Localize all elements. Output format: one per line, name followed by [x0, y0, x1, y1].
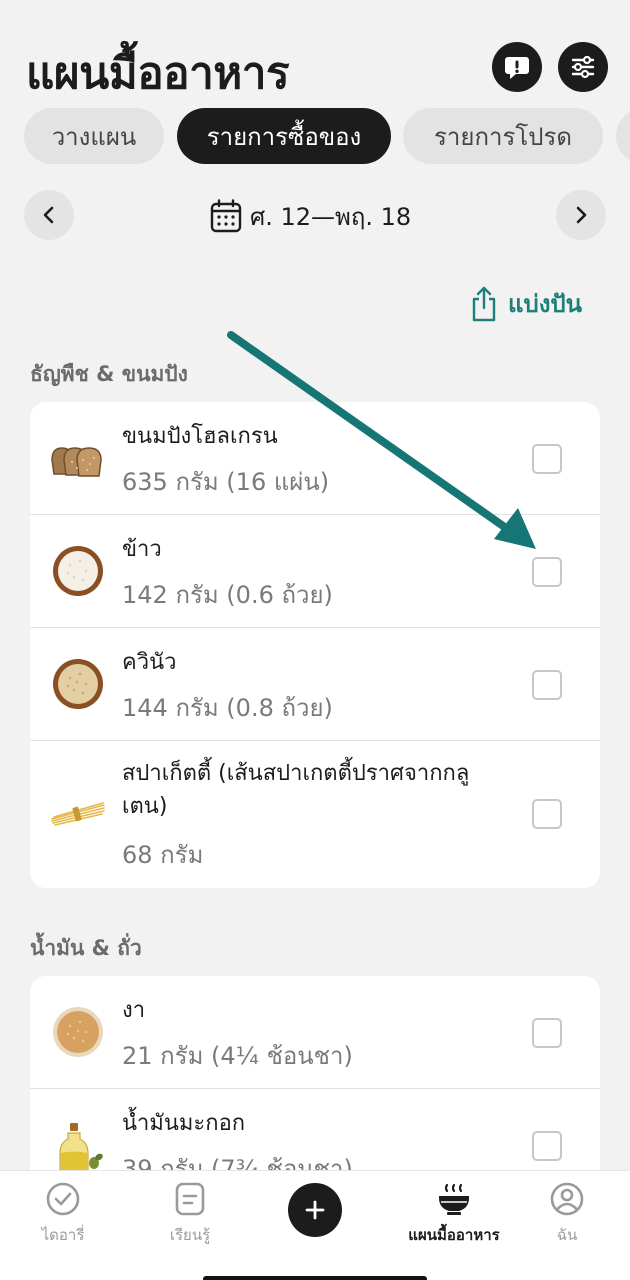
filter-settings-button[interactable]: [558, 42, 608, 92]
nav-diary[interactable]: ไดอารี่: [8, 1181, 118, 1247]
nav-me[interactable]: ฉัน: [512, 1181, 622, 1247]
item-quantity: 144 กรัม (0.8 ถ้วย): [122, 694, 333, 722]
list-item[interactable]: ข้าว 142 กรัม (0.6 ถ้วย): [30, 515, 600, 628]
item-name: ควินัว: [122, 650, 177, 675]
item-quantity: 635 กรัม (16 แผ่น): [122, 468, 330, 496]
chevron-right-icon: [576, 206, 587, 224]
item-quantity: 21 กรัม (4¼ ช้อนชา): [122, 1042, 353, 1070]
item-quantity: 142 กรัม (0.6 ถ้วย): [122, 581, 333, 609]
item-name: ข้าว: [122, 537, 162, 562]
tab-bar: วางแผน รายการซื้อของ รายการโปรด: [0, 108, 630, 164]
tab-shopping-list[interactable]: รายการซื้อของ: [177, 108, 391, 164]
item-name: น้ำมันมะกอก: [122, 1111, 246, 1136]
steaming-bowl-icon: [439, 1183, 469, 1215]
next-week-button[interactable]: [556, 190, 606, 240]
tab-plan[interactable]: วางแผน: [24, 108, 164, 164]
nav-label-learn: เรียนรู้: [169, 1226, 211, 1244]
profile-icon: [550, 1182, 584, 1216]
page-title: แผนมื้ออาหาร: [26, 48, 290, 99]
quinoa-bowl-icon: [53, 659, 103, 709]
check-circle-icon: [46, 1182, 80, 1216]
share-icon: [472, 286, 496, 321]
olive-oil-icon: [59, 1123, 103, 1174]
section-title-grains: ธัญพืช & ขนมปัง: [30, 362, 188, 386]
list-item[interactable]: ควินัว 144 กรัม (0.8 ถ้วย): [30, 628, 600, 741]
share-label: แบ่งปัน: [508, 290, 583, 318]
nav-meal-plan[interactable]: แผนมื้ออาหาร: [386, 1181, 522, 1247]
list-item[interactable]: ขนมปังโฮลเกรน 635 กรัม (16 แผ่น): [30, 402, 600, 515]
list-item[interactable]: สปาเก็ตตี้ (เส้นสปาเกตตี้ปราศจากกลูเตน) …: [30, 741, 600, 888]
bread-icon: [51, 447, 102, 477]
date-navigator: ศ. 12—พฤ. 18: [0, 190, 630, 242]
previous-week-button[interactable]: [24, 190, 74, 240]
spaghetti-icon: [51, 802, 105, 826]
nav-label-meal-plan: แผนมื้ออาหาร: [408, 1226, 500, 1244]
calendar-icon: [210, 199, 242, 233]
nav-label-me: ฉัน: [556, 1226, 578, 1244]
item-checkbox[interactable]: [532, 670, 562, 700]
nav-learn[interactable]: เรียนรู้: [135, 1181, 245, 1247]
nav-label-diary: ไดอารี่: [41, 1226, 85, 1244]
plus-icon: [305, 1200, 325, 1220]
list-item[interactable]: งา 21 กรัม (4¼ ช้อนชา): [30, 976, 600, 1089]
rice-bowl-icon: [53, 546, 103, 596]
item-checkbox[interactable]: [532, 444, 562, 474]
item-name: สปาเก็ตตี้ (เส้นสปาเกตตี้ปราศจากกลูเตน): [122, 761, 470, 819]
share-button[interactable]: แบ่งปัน: [470, 284, 582, 323]
bottom-navigation: ไดอารี่ เรียนรู้ แผนมื้ออาหาร ฉัน: [0, 1170, 630, 1280]
date-range-label: ศ. 12—พฤ. 18: [250, 202, 412, 231]
item-checkbox[interactable]: [532, 1018, 562, 1048]
sliders-icon: [571, 55, 595, 79]
home-indicator: [203, 1276, 427, 1280]
learn-card-icon: [175, 1182, 205, 1216]
section-title-oils-nuts: น้ำมัน & ถั่ว: [30, 936, 142, 960]
item-name: งา: [122, 998, 146, 1023]
sesame-bowl-icon: [53, 1007, 103, 1057]
item-name: ขนมปังโฮลเกรน: [122, 424, 278, 449]
header: แผนมื้ออาหาร: [0, 0, 630, 110]
item-checkbox[interactable]: [532, 557, 562, 587]
add-button[interactable]: [288, 1183, 342, 1237]
date-range[interactable]: ศ. 12—พฤ. 18: [210, 196, 411, 236]
tab-more[interactable]: [616, 108, 630, 164]
item-quantity: 68 กรัม: [122, 841, 204, 869]
feedback-icon: [505, 57, 529, 79]
item-checkbox[interactable]: [532, 799, 562, 829]
tab-favorites[interactable]: รายการโปรด: [403, 108, 603, 164]
item-checkbox[interactable]: [532, 1131, 562, 1161]
grains-card: ขนมปังโฮลเกรน 635 กรัม (16 แผ่น) ข้าว 14…: [30, 402, 600, 888]
feedback-button[interactable]: [492, 42, 542, 92]
chevron-left-icon: [43, 206, 54, 224]
